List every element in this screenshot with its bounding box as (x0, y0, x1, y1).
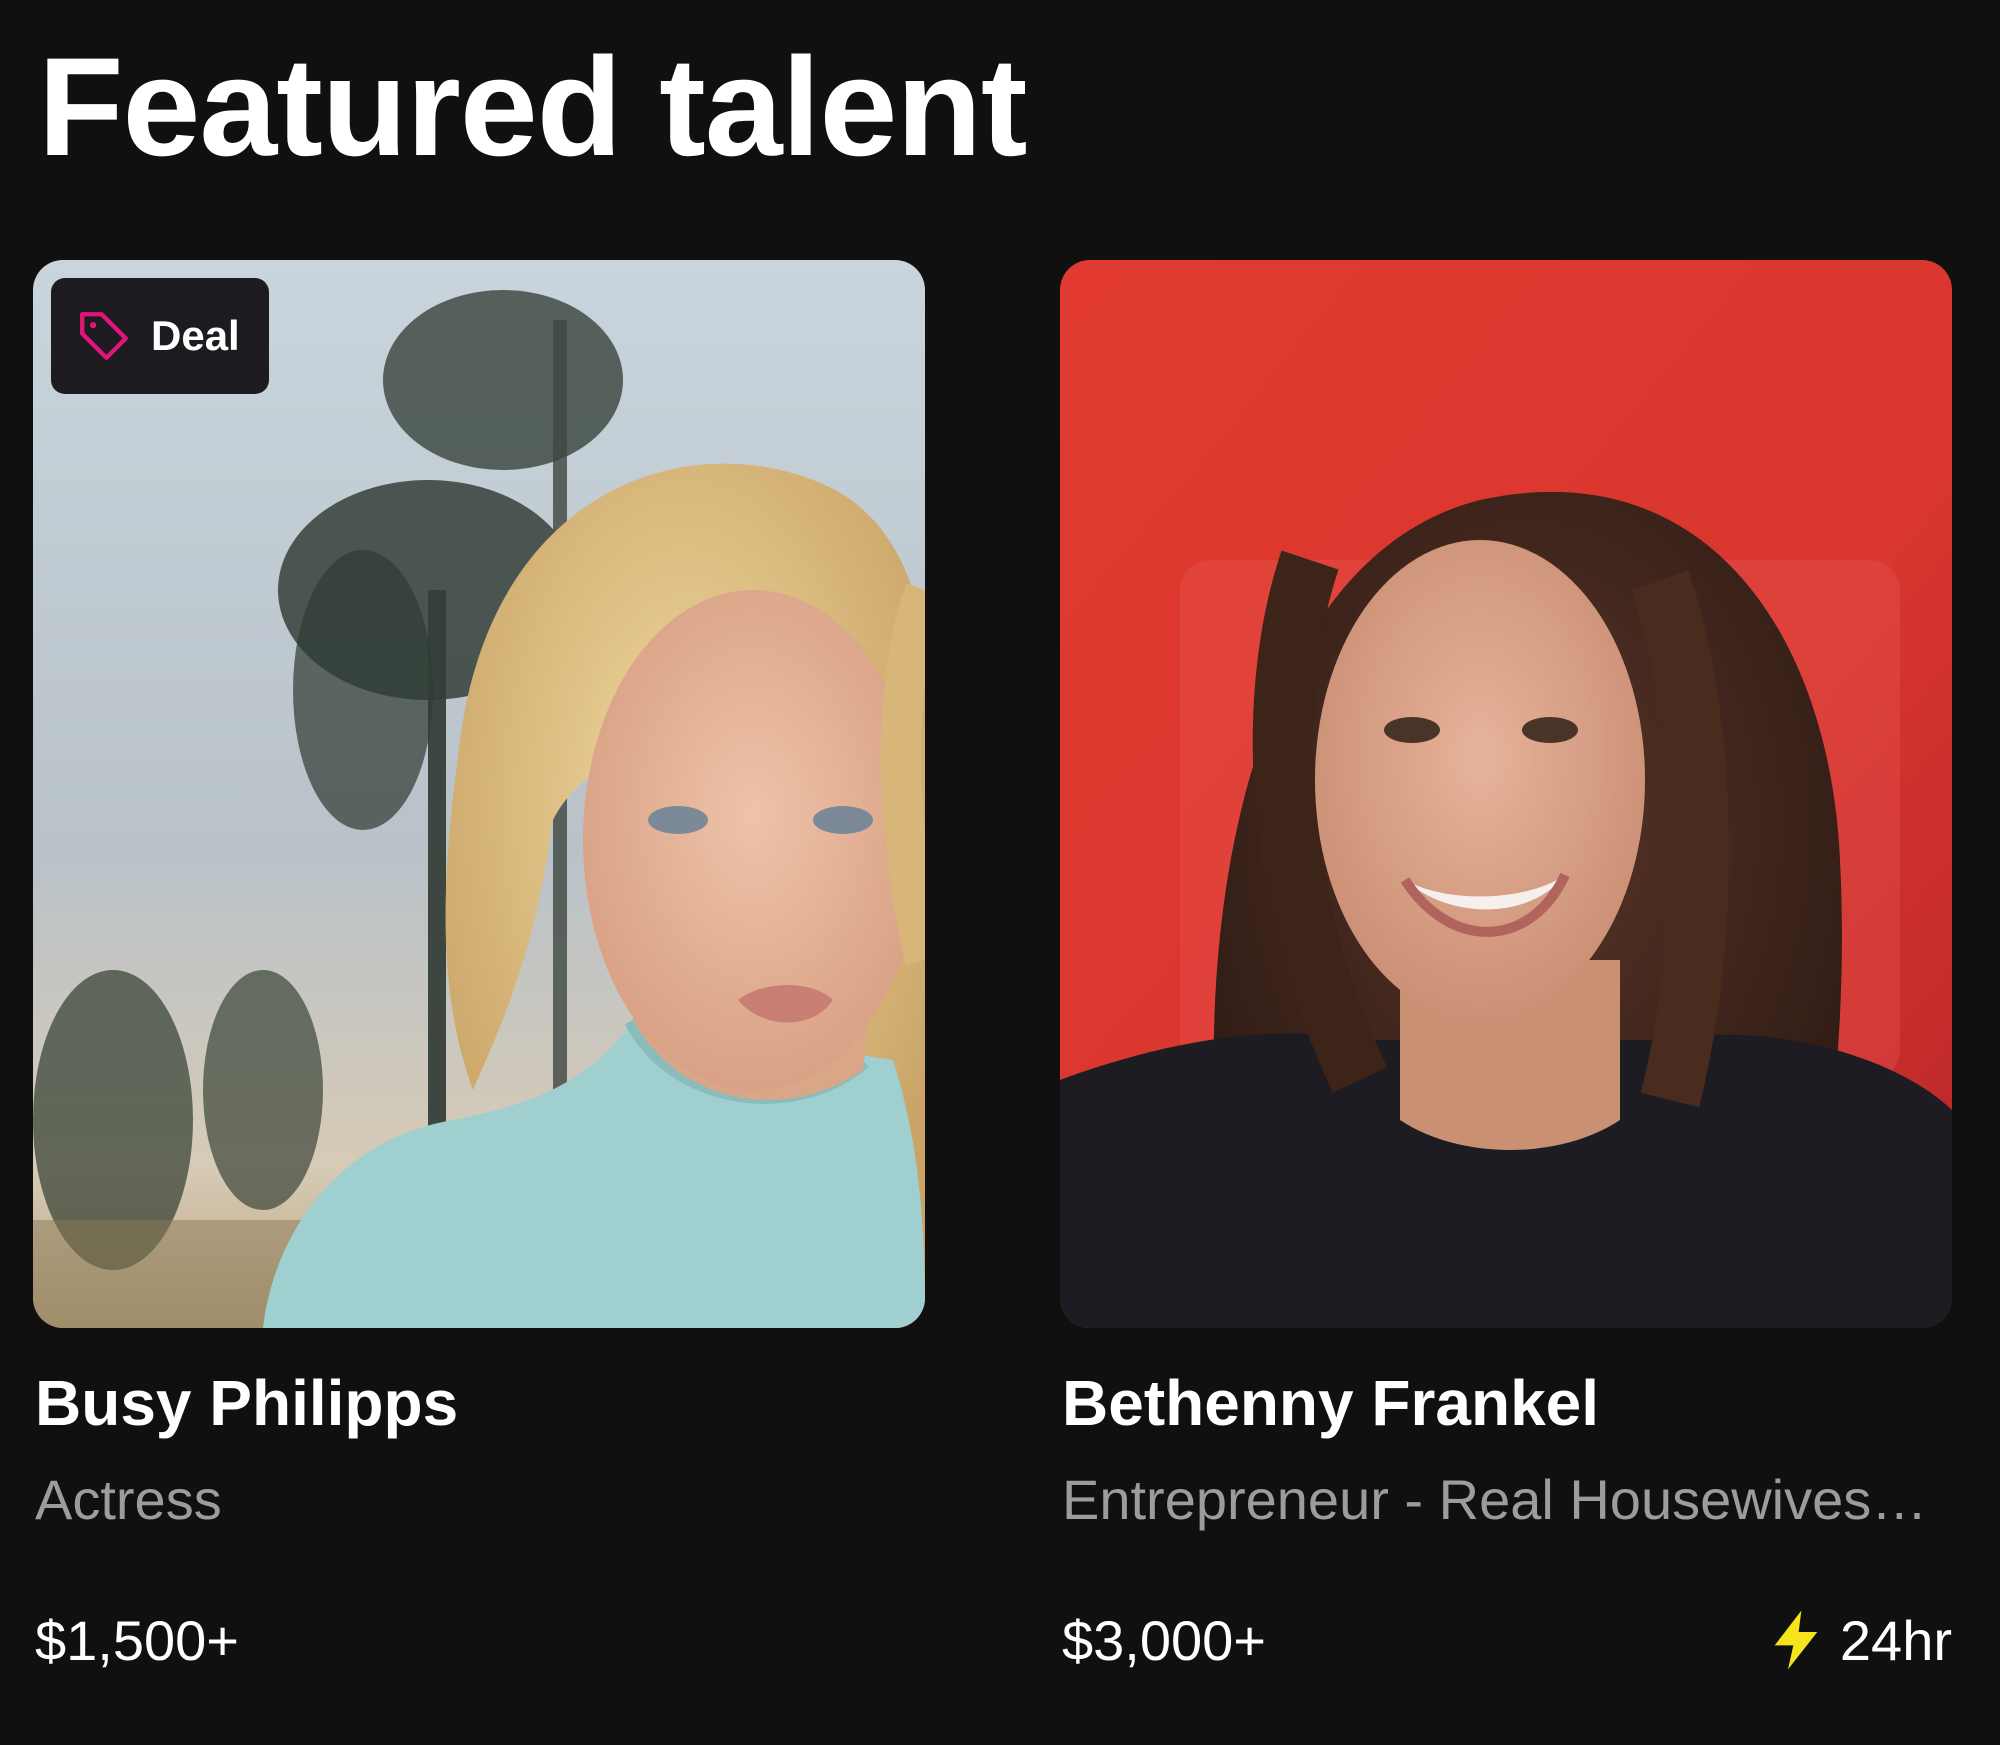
tag-icon (80, 312, 128, 360)
talent-name[interactable]: Bethenny Frankel (1062, 1366, 1599, 1440)
talent-photo[interactable] (1060, 260, 1952, 1328)
talent-name[interactable]: Busy Philipps (35, 1366, 458, 1440)
response-time-label: 24hr (1839, 1608, 1952, 1672)
portrait-photo (33, 260, 925, 1328)
deal-badge: Deal (51, 278, 269, 394)
lightning-bolt-icon (1774, 1610, 1818, 1670)
response-time-badge: 24hr (1768, 1600, 1952, 1680)
section-title: Featured talent (38, 28, 1028, 185)
talent-photo[interactable]: Deal (33, 260, 925, 1328)
talent-price: $3,000+ (1062, 1609, 1266, 1672)
talent-category: Actress (35, 1468, 222, 1531)
talent-price: $1,500+ (35, 1609, 239, 1672)
talent-card-busy-philipps[interactable]: Deal Busy Philipps Actress $1,500+ (33, 260, 925, 1710)
talent-category: Entrepreneur - Real Housewives of New Yo… (1062, 1468, 1942, 1531)
deal-label: Deal (151, 312, 240, 359)
portrait-photo (1060, 260, 1952, 1328)
talent-card-bethenny-frankel[interactable]: Bethenny Frankel Entrepreneur - Real Hou… (1060, 260, 1952, 1710)
